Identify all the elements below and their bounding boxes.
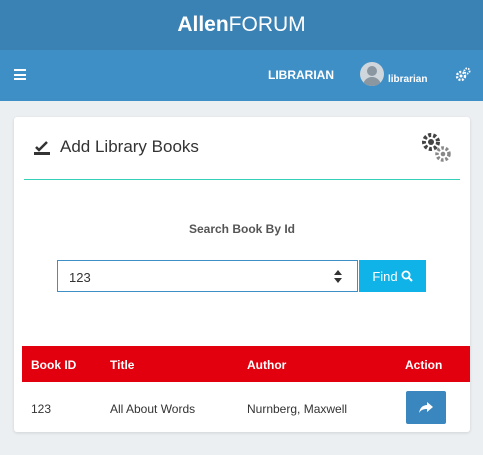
hamburger-icon[interactable] [14,69,26,80]
find-button-label: Find [372,268,398,284]
settings-cogs-icon[interactable] [454,66,472,84]
page-title: Add Library Books [60,137,199,156]
pen-check-icon [34,141,50,155]
brand-name-bold: Allen [177,13,229,36]
table-header: Book ID Title Author Action [22,346,470,382]
table-row: 123 All About Words Nurnberg, Maxwell [22,382,470,426]
cell-book-id: 123 [31,402,52,416]
header-divider [24,179,460,180]
username-label[interactable]: librarian [388,74,427,85]
add-books-card: Add Library Books Search Book By Id Find… [14,117,470,432]
avatar-icon[interactable] [360,62,384,86]
top-navbar: LIBRARIAN librarian [0,50,483,101]
app-header: Allen FORUM [0,0,483,50]
column-header-title: Title [110,358,135,372]
column-header-action: Action [405,358,443,372]
brand-name-rest: FORUM [228,13,306,36]
find-button[interactable]: Find [359,260,426,292]
user-role-label[interactable]: LIBRARIAN [268,68,334,82]
book-id-input[interactable] [57,260,358,292]
search-icon [401,270,413,282]
book-id-field[interactable] [69,268,319,286]
add-book-action-button[interactable] [406,391,446,424]
cogs-icon [422,133,451,162]
column-header-book-id: Book ID [31,358,77,372]
share-arrow-icon [419,401,433,413]
column-header-author: Author [247,358,287,372]
search-label: Search Book By Id [188,222,296,236]
cell-author: Nurnberg, Maxwell [247,402,348,416]
number-spinner-icon[interactable] [333,269,343,284]
books-table: Book ID Title Author Action 123 All Abou… [22,346,470,426]
cell-title: All About Words [110,402,196,416]
